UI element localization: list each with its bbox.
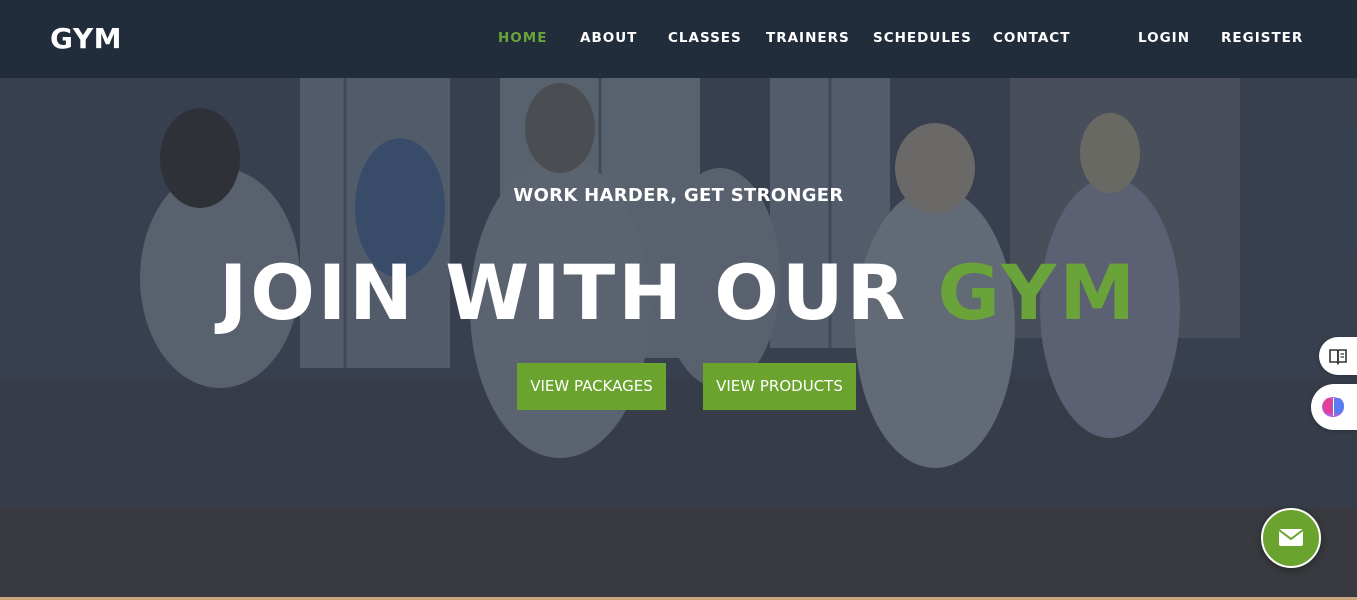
- ai-assistant-widget[interactable]: [1311, 384, 1357, 430]
- book-reader-icon: [1329, 349, 1347, 365]
- nav-home[interactable]: HOME: [498, 30, 547, 46]
- reader-widget[interactable]: [1319, 337, 1357, 375]
- hero-title-main: JOIN WITH OUR: [219, 248, 938, 337]
- nav-login[interactable]: LOGIN: [1138, 30, 1190, 46]
- nav-about[interactable]: ABOUT: [580, 30, 637, 46]
- brain-icon: [1322, 397, 1344, 417]
- nav-schedules[interactable]: SCHEDULES: [873, 30, 972, 46]
- navbar: GYM HOME ABOUT CLASSES TRAINERS SCHEDULE…: [0, 0, 1357, 78]
- nav-classes[interactable]: CLASSES: [668, 30, 742, 46]
- view-products-button[interactable]: VIEW PRODUCTS: [703, 363, 856, 410]
- hero-subtitle: WORK HARDER, GET STRONGER: [513, 185, 844, 206]
- envelope-icon: [1278, 529, 1304, 546]
- hero-title: JOIN WITH OUR GYM: [0, 248, 1357, 338]
- hero-overlay: [0, 78, 1357, 600]
- hero-title-accent: GYM: [937, 248, 1138, 337]
- contact-mail-button[interactable]: [1261, 508, 1321, 568]
- site-logo[interactable]: GYM: [50, 22, 122, 55]
- view-packages-button[interactable]: VIEW PACKAGES: [517, 363, 666, 410]
- nav-contact[interactable]: CONTACT: [993, 30, 1070, 46]
- nav-register[interactable]: REGISTER: [1221, 30, 1303, 46]
- hero-section: WORK HARDER, GET STRONGER JOIN WITH OUR …: [0, 78, 1357, 600]
- nav-trainers[interactable]: TRAINERS: [766, 30, 850, 46]
